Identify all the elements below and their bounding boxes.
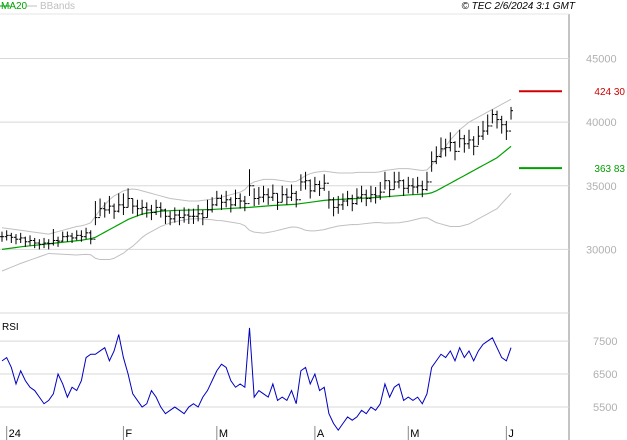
x-tick-label: M xyxy=(219,428,228,440)
price-tick-label: 30000 xyxy=(586,244,617,256)
price-level-label: 424 30 xyxy=(594,87,625,98)
price-tick-label: 45000 xyxy=(586,54,617,66)
rsi-title: RSI xyxy=(2,322,19,333)
x-tick-label: 24 xyxy=(9,428,21,440)
bbands-legend-label: BBands xyxy=(40,1,75,12)
price-tick-label: 40000 xyxy=(586,117,617,129)
x-tick-label: J xyxy=(508,428,514,440)
price-rsi-chart: 424 30 363 83 30000 35000 40000 45000 5500 650… xyxy=(0,0,625,440)
rsi-tick-label: 6500 xyxy=(593,369,617,381)
y-tick-labels: 30000 35000 40000 45000 5500 6500 7500 xyxy=(586,54,617,414)
rsi-tick-label: 5500 xyxy=(593,402,617,414)
x-tick-label: F xyxy=(125,428,132,440)
timestamp: © TEC 2/6/2024 3:1 GMT xyxy=(461,1,575,12)
price-level-label: 363 83 xyxy=(594,164,625,175)
rsi-tick-label: 7500 xyxy=(593,336,617,348)
x-tick-label: M xyxy=(410,428,419,440)
price-tick-label: 35000 xyxy=(586,181,617,193)
ma20-legend-label: MA20 xyxy=(1,1,28,12)
x-tick-label: A xyxy=(317,428,325,440)
